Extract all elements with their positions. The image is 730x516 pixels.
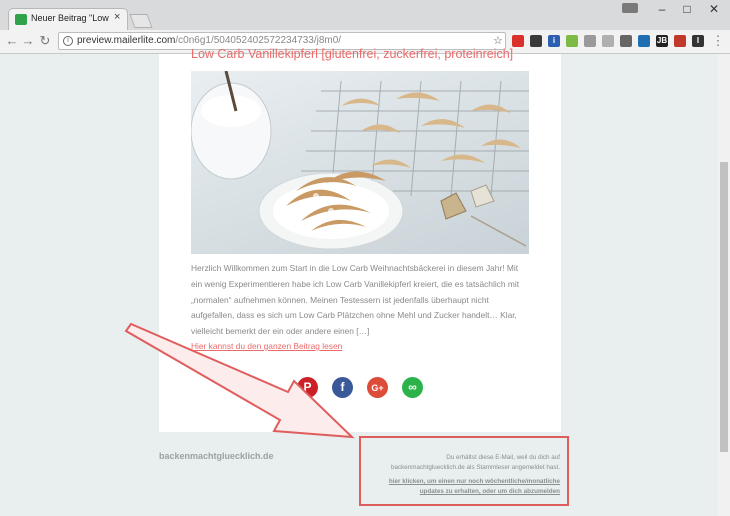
footer-brand: backenmachtgluecklich.de — [159, 451, 274, 461]
tab-close-icon[interactable]: × — [114, 11, 120, 23]
url-path: /c0n6g1/504052402572234733/j8m0/ — [175, 35, 342, 46]
facebook-share-button[interactable]: f — [332, 377, 353, 398]
back-button[interactable]: ← — [4, 33, 20, 49]
post-excerpt: Herzlich Willkommen zum Start in die Low… — [191, 263, 520, 337]
link-share-button[interactable]: ∞ — [402, 377, 423, 398]
scrollbar-thumb[interactable] — [720, 162, 728, 452]
dark-icon[interactable]: I — [692, 35, 704, 47]
url-host: preview.mailerlite.com — [77, 35, 176, 46]
browser-tab[interactable]: Neuer Beitrag "Low Carb × — [8, 8, 128, 30]
close-window-button[interactable]: ✕ — [702, 2, 726, 16]
footer-notice-line2: backenmachtgluecklich.de als Stammleser … — [390, 464, 560, 471]
unsubscribe-line1[interactable]: hier klicken, um einen nur noch wöchentl… — [362, 477, 560, 487]
pocket-icon[interactable] — [620, 35, 632, 47]
mailerlite-favicon-icon — [15, 14, 27, 25]
footer-notice-line1: Du erhältst diese E-Mail, weil du dich a… — [446, 454, 560, 461]
post-image — [191, 71, 529, 254]
google-plus-icon: G+ — [371, 383, 384, 393]
maximize-button[interactable]: □ — [675, 2, 699, 16]
forward-button[interactable]: → — [20, 33, 36, 49]
trello-icon[interactable] — [638, 35, 650, 47]
unsubscribe-link[interactable]: hier klicken, um einen nur noch wöchentl… — [362, 477, 560, 497]
pinterest-icon: P — [303, 380, 312, 394]
jb-icon[interactable]: JB — [656, 35, 668, 47]
adblock-icon[interactable] — [512, 35, 524, 47]
cookies-photo — [191, 71, 529, 250]
address-url[interactable]: preview.mailerlite.com/c0n6g1/5040524025… — [77, 35, 341, 46]
cloud-icon[interactable] — [584, 35, 596, 47]
menu-icon[interactable]: ⋮ — [710, 33, 726, 49]
evernote-icon[interactable] — [566, 35, 578, 47]
tab-title: Neuer Beitrag "Low Carb — [31, 13, 111, 23]
link-icon: ∞ — [408, 380, 417, 394]
facebook-icon: f — [340, 380, 345, 394]
footer-notice: Du erhältst diese E-Mail, weil du dich a… — [362, 453, 560, 473]
bolt-icon[interactable] — [602, 35, 614, 47]
read-more-link[interactable]: Hier kannst du den ganzen Beitrag lesen — [191, 341, 342, 351]
pinterest-share-button[interactable]: P — [297, 377, 318, 398]
bookmark-star-icon[interactable]: ☆ — [493, 34, 503, 47]
profile-icon[interactable] — [622, 3, 638, 13]
crossed-circle-icon[interactable] — [530, 35, 542, 47]
info-icon[interactable]: i — [548, 35, 560, 47]
unsubscribe-line2[interactable]: updates zu erhalten, oder um dich abzume… — [362, 487, 560, 497]
googleplus-share-button[interactable]: G+ — [367, 377, 388, 398]
reload-button[interactable]: ↻ — [37, 33, 53, 49]
post-title[interactable]: Low Carb Vanillekipferl [glutenfrei, zuc… — [191, 47, 531, 61]
minimize-button[interactable]: – — [650, 2, 674, 16]
info-icon[interactable]: i — [63, 36, 73, 46]
bucket-icon[interactable] — [674, 35, 686, 47]
